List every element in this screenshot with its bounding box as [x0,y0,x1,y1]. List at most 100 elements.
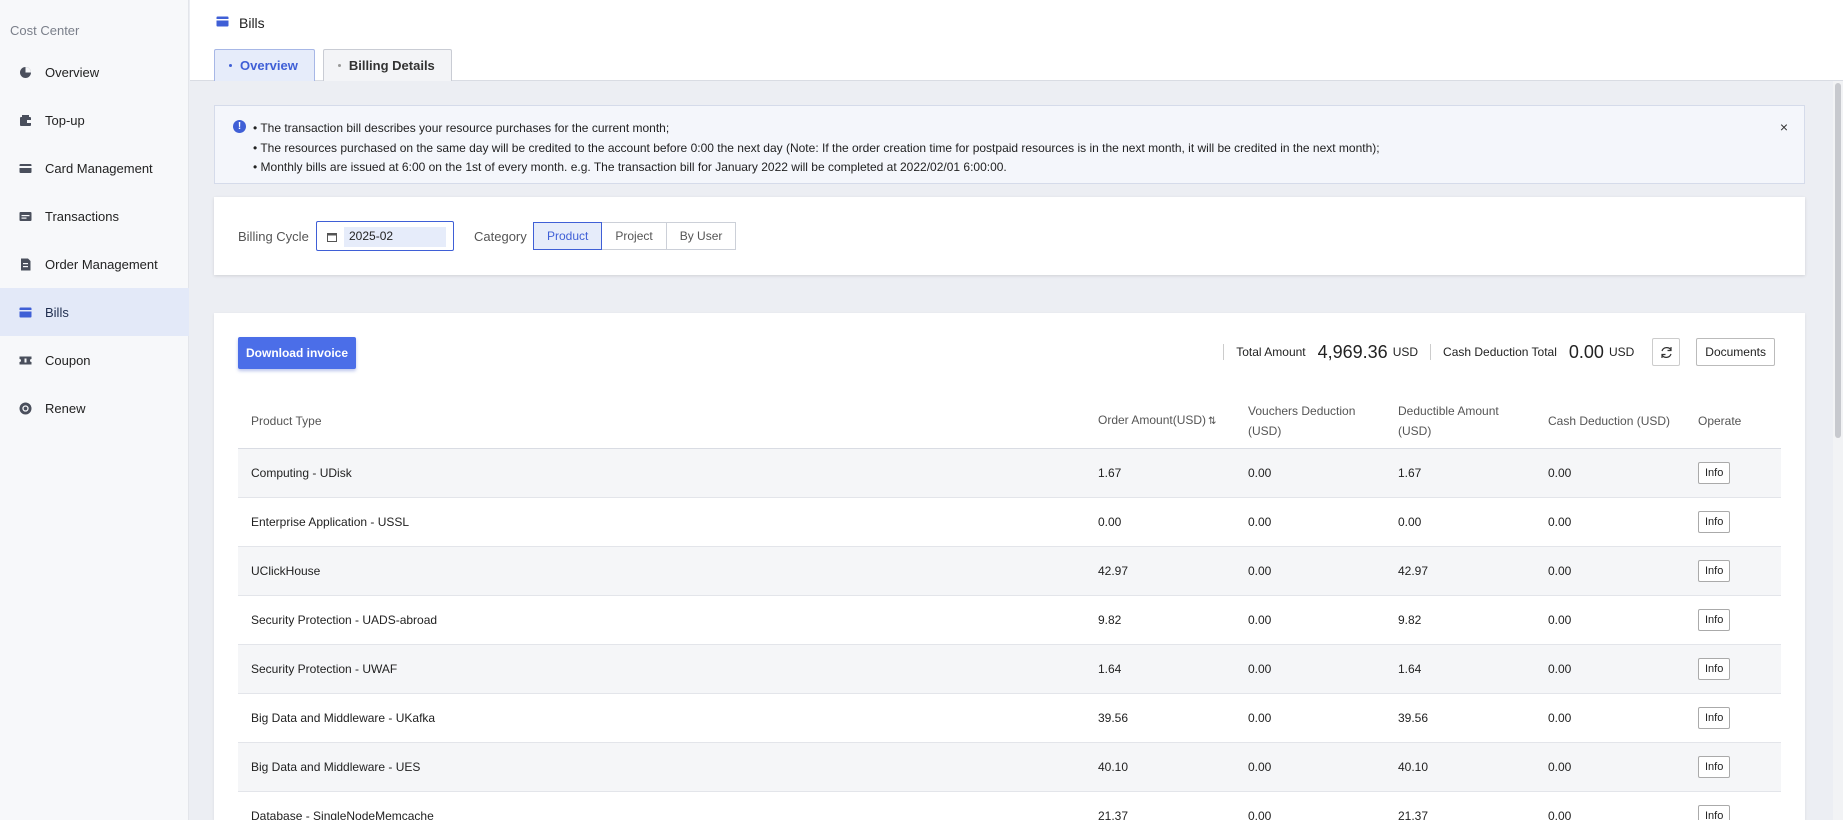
info-button[interactable]: Info [1698,511,1731,533]
sidebar-item-label: Order Management [45,256,158,272]
table-row: Security Protection - UWAF 1.64 0.00 1.6… [238,645,1781,694]
document-icon [19,258,32,271]
cell-deductible-amount: 21.37 [1398,809,1429,820]
cell-operate: Info [1685,658,1781,680]
column-header-line: Vouchers Deduction [1248,404,1356,418]
cell-order-amount: 0.00 [1098,515,1122,529]
billing-cycle-label: Billing Cycle [238,229,309,244]
sidebar-item-renew[interactable]: Renew [0,384,189,432]
renew-icon [19,402,32,415]
cash-deduction-value: 0.00 [1568,341,1604,362]
cell-product-type: Enterprise Application - USSL [251,515,410,529]
sidebar-item-transactions[interactable]: Transactions [0,192,189,240]
info-button[interactable]: Info [1698,756,1731,778]
page-title-row: Bills [216,15,265,31]
sidebar-item-overview[interactable]: Overview [0,48,189,96]
cell-vouchers-deduction: 0.00 [1248,564,1272,578]
notice-line: • Monthly bills are issued at 6:00 on th… [253,160,1007,174]
billing-cycle-input[interactable] [349,229,439,243]
notice-line: • The transaction bill describes your re… [253,121,670,135]
cell-deductible-amount: 40.10 [1398,760,1429,774]
info-button[interactable]: Info [1698,658,1731,680]
cell-order-amount: 40.10 [1098,760,1129,774]
card-icon [19,162,32,175]
bill-icon [19,306,32,319]
page-title: Bills [239,15,265,31]
cell-order-amount: 1.64 [1098,662,1122,676]
tab-label: Billing Details [348,58,435,73]
cell-cash-deduction: 0.00 [1548,809,1572,820]
transactions-icon [19,210,32,223]
notice-lines: • The transaction bill describes your re… [253,119,1380,178]
cell-cash-deduction: 0.00 [1548,564,1572,578]
coupon-icon [19,354,32,367]
table-row: Computing - UDisk 1.67 0.00 1.67 0.00 In… [238,449,1781,498]
tab-bar: Overview Billing Details [214,49,460,81]
cell-vouchers-deduction: 0.00 [1248,711,1272,725]
cell-vouchers-deduction: 0.00 [1248,760,1272,774]
cell-product-type: Big Data and Middleware - UKafka [251,711,436,725]
category-option-product[interactable]: Product [533,222,603,250]
sidebar-item-order-management[interactable]: Order Management [0,240,189,288]
refresh-button[interactable] [1652,338,1681,366]
divider [1430,344,1432,360]
total-amount-unit: USD [1392,345,1419,359]
summary-bar: Total Amount 4,969.36 USD Cash Deduction… [1211,337,1775,367]
column-header-operate: Operate [1698,414,1742,428]
tab-dot [337,64,341,67]
sidebar-item-card-management[interactable]: Card Management [0,144,189,192]
sidebar-item-label: Bills [45,304,69,320]
table-row: Security Protection - UADS-abroad 9.82 0… [238,596,1781,645]
cell-deductible-amount: 1.64 [1398,662,1422,676]
info-button[interactable]: Info [1698,805,1731,820]
billing-cycle-picker[interactable] [316,221,454,251]
bill-icon [216,15,229,31]
cell-cash-deduction: 0.00 [1548,662,1572,676]
sort-icon[interactable]: ⇅ [1208,416,1216,427]
table-header: Product Type Order Amount(USD) ⇅ Vouchers… [238,394,1781,449]
cell-operate: Info [1685,756,1781,778]
info-button[interactable]: Info [1698,560,1731,582]
sidebar-item-bills[interactable]: Bills [0,288,189,336]
sidebar-item-top-up[interactable]: Top-up [0,96,189,144]
column-header-order-amount[interactable]: Order Amount(USD) ⇅ [1085,410,1235,432]
sidebar-item-coupon[interactable]: Coupon [0,336,189,384]
cell-deductible-amount: 1.67 [1398,466,1422,480]
cell-operate: Info [1685,707,1781,729]
column-header-line: Deductible Amount [1398,404,1499,418]
category-label: Category [474,229,527,244]
info-button[interactable]: Info [1698,609,1731,631]
tab-label: Overview [240,58,298,73]
tab-dot [229,64,232,67]
info-button[interactable]: Info [1698,707,1731,729]
cell-product-type: Computing - UDisk [251,466,352,480]
sidebar-item-label: Overview [45,64,100,80]
cell-operate: Info [1685,462,1781,484]
bills-overview-card: Download invoice Total Amount 4,969.36 U… [214,313,1805,820]
info-notice: ! • The transaction bill describes your … [214,105,1805,184]
category-option-project[interactable]: Project [601,222,667,250]
cell-cash-deduction: 0.00 [1548,760,1572,774]
tab-overview[interactable]: Overview [214,49,315,81]
cell-order-amount: 9.82 [1098,613,1122,627]
cell-product-type: Security Protection - UWAF [251,662,398,676]
cell-deductible-amount: 39.56 [1398,711,1429,725]
cell-deductible-amount: 0.00 [1398,515,1422,529]
scrollbar-thumb[interactable] [1835,83,1841,438]
cell-product-type: UClickHouse [251,564,321,578]
category-option-by-user[interactable]: By User [665,222,737,250]
close-icon[interactable]: × [1780,119,1788,135]
sidebar-item-label: Top-up [45,112,85,128]
table-row: Big Data and Middleware - UKafka 39.56 0… [238,694,1781,743]
download-invoice-button[interactable]: Download invoice [238,337,356,369]
info-button[interactable]: Info [1698,462,1731,484]
column-header-deductible-amount: Deductible Amount (USD) [1385,401,1535,441]
cell-vouchers-deduction: 0.00 [1248,613,1272,627]
column-header-cash-deduction: Cash Deduction (USD) [1548,414,1671,428]
page-scrollbar[interactable] [1833,81,1843,820]
sidebar-item-label: Transactions [45,208,119,224]
cell-order-amount: 39.56 [1098,711,1129,725]
tab-billing-details[interactable]: Billing Details [322,49,452,81]
total-amount-label: Total Amount [1236,345,1306,359]
documents-button[interactable]: Documents [1696,338,1775,366]
